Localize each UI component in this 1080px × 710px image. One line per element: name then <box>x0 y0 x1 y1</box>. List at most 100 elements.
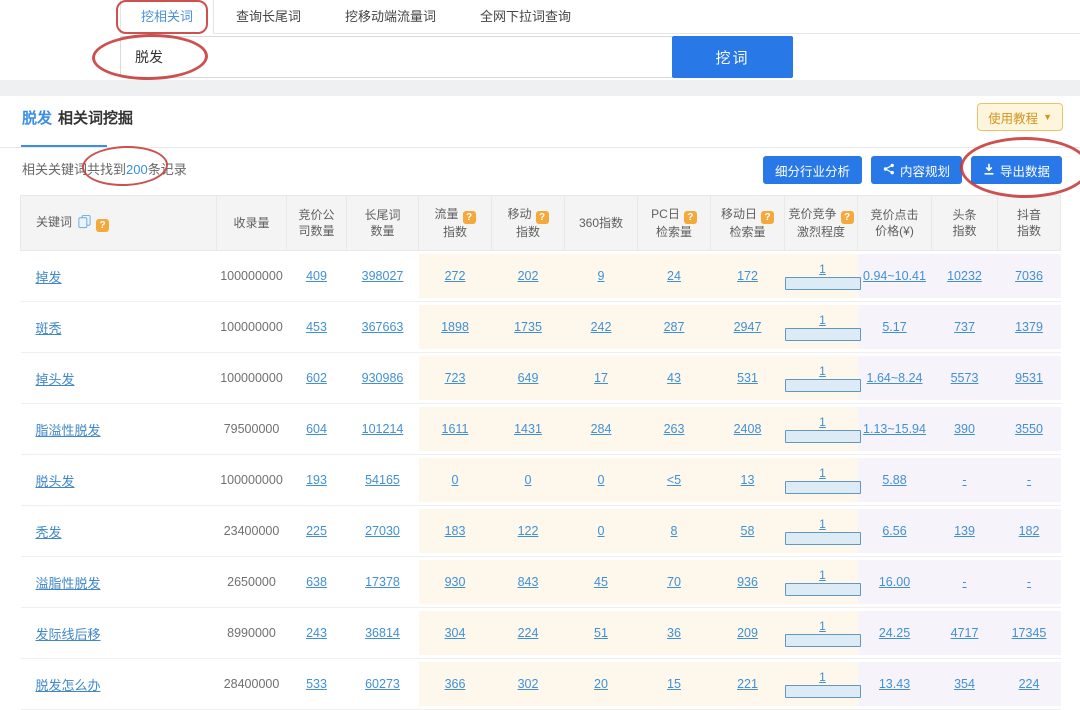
toutiao-index-link[interactable]: 4717 <box>951 626 979 640</box>
bid-click-price-link[interactable]: 24.25 <box>879 626 910 640</box>
export-data-button[interactable]: 导出数据 <box>971 156 1062 184</box>
mobile-daily-search-link[interactable]: 172 <box>737 269 758 283</box>
toutiao-index-link[interactable]: 5573 <box>951 371 979 385</box>
bid-companies-link[interactable]: 602 <box>306 371 327 385</box>
bid-companies-link[interactable]: 533 <box>306 677 327 691</box>
mobile-index-link[interactable]: 649 <box>518 371 539 385</box>
competition-value-link[interactable]: 1 <box>785 466 861 480</box>
competition-value-link[interactable]: 1 <box>785 619 861 633</box>
tutorial-button[interactable]: 使用教程 ▼ <box>977 103 1063 131</box>
mobile-daily-search-link[interactable]: 531 <box>737 371 758 385</box>
toutiao-index-link[interactable]: 10232 <box>947 269 982 283</box>
tab-related-words[interactable]: 挖相关词 <box>120 0 214 34</box>
tab-longtail-words[interactable]: 查询长尾词 <box>214 0 323 33</box>
bid-companies-link[interactable]: 638 <box>306 575 327 589</box>
360-index-link[interactable]: 242 <box>591 320 612 334</box>
toutiao-index-link[interactable]: 139 <box>954 524 975 538</box>
help-icon[interactable]: ? <box>684 211 697 224</box>
traffic-index-link[interactable]: 366 <box>445 677 466 691</box>
mobile-daily-search-link[interactable]: 936 <box>737 575 758 589</box>
competition-value-link[interactable]: 1 <box>785 415 861 429</box>
longtail-count-link[interactable]: 54165 <box>365 473 400 487</box>
bid-click-price-link[interactable]: 13.43 <box>879 677 910 691</box>
longtail-count-link[interactable]: 398027 <box>362 269 404 283</box>
traffic-index-link[interactable]: 1898 <box>441 320 469 334</box>
360-index-link[interactable]: 17 <box>594 371 608 385</box>
pc-daily-search-link[interactable]: 15 <box>667 677 681 691</box>
360-index-link[interactable]: 20 <box>594 677 608 691</box>
longtail-count-link[interactable]: 930986 <box>362 371 404 385</box>
toutiao-index-link[interactable]: 737 <box>954 320 975 334</box>
competition-value-link[interactable]: 1 <box>785 670 861 684</box>
mobile-daily-search-link[interactable]: 13 <box>741 473 755 487</box>
360-index-link[interactable]: 51 <box>594 626 608 640</box>
douyin-index-link[interactable]: 1379 <box>1015 320 1043 334</box>
bid-click-price-link[interactable]: 16.00 <box>879 575 910 589</box>
pc-daily-search-link[interactable]: 36 <box>667 626 681 640</box>
longtail-count-link[interactable]: 36814 <box>365 626 400 640</box>
traffic-index-link[interactable]: 304 <box>445 626 466 640</box>
douyin-index-link[interactable]: 3550 <box>1015 422 1043 436</box>
toutiao-index-link[interactable]: - <box>962 473 966 487</box>
help-icon[interactable]: ? <box>463 211 476 224</box>
360-index-link[interactable]: 0 <box>598 524 605 538</box>
competition-value-link[interactable]: 1 <box>785 517 861 531</box>
pc-daily-search-link[interactable]: 24 <box>667 269 681 283</box>
help-icon[interactable]: ? <box>536 211 549 224</box>
mobile-daily-search-link[interactable]: 2408 <box>734 422 762 436</box>
help-icon[interactable]: ? <box>96 219 109 232</box>
longtail-count-link[interactable]: 367663 <box>362 320 404 334</box>
mobile-index-link[interactable]: 224 <box>518 626 539 640</box>
bid-click-price-link[interactable]: 1.64~8.24 <box>867 371 923 385</box>
mobile-daily-search-link[interactable]: 221 <box>737 677 758 691</box>
keyword-link[interactable]: 脂溢性脱发 <box>36 423 101 438</box>
bid-companies-link[interactable]: 409 <box>306 269 327 283</box>
competition-value-link[interactable]: 1 <box>785 364 861 378</box>
douyin-index-link[interactable]: 224 <box>1019 677 1040 691</box>
360-index-link[interactable]: 45 <box>594 575 608 589</box>
bid-click-price-link[interactable]: 0.94~10.41 <box>863 269 926 283</box>
tab-dropdown-words[interactable]: 全网下拉词查询 <box>458 0 593 33</box>
bid-click-price-link[interactable]: 5.88 <box>882 473 906 487</box>
mobile-index-link[interactable]: 843 <box>518 575 539 589</box>
douyin-index-link[interactable]: 17345 <box>1012 626 1047 640</box>
competition-value-link[interactable]: 1 <box>785 313 861 327</box>
douyin-index-link[interactable]: - <box>1027 575 1031 589</box>
mobile-index-link[interactable]: 302 <box>518 677 539 691</box>
longtail-count-link[interactable]: 17378 <box>365 575 400 589</box>
traffic-index-link[interactable]: 272 <box>445 269 466 283</box>
traffic-index-link[interactable]: 0 <box>452 473 459 487</box>
keyword-link[interactable]: 发际线后移 <box>36 627 101 642</box>
keyword-link[interactable]: 溢脂性脱发 <box>36 576 101 591</box>
bid-companies-link[interactable]: 225 <box>306 524 327 538</box>
longtail-count-link[interactable]: 101214 <box>362 422 404 436</box>
dig-words-button[interactable]: 挖词 <box>672 36 793 78</box>
toutiao-index-link[interactable]: 354 <box>954 677 975 691</box>
keyword-link[interactable]: 掉头发 <box>36 372 75 387</box>
keyword-link[interactable]: 脱头发 <box>36 474 75 489</box>
360-index-link[interactable]: 284 <box>591 422 612 436</box>
longtail-count-link[interactable]: 27030 <box>365 524 400 538</box>
pc-daily-search-link[interactable]: 287 <box>664 320 685 334</box>
keyword-search-input[interactable] <box>120 36 673 78</box>
industry-analysis-button[interactable]: 细分行业分析 <box>763 156 862 184</box>
traffic-index-link[interactable]: 723 <box>445 371 466 385</box>
keyword-link[interactable]: 斑秃 <box>36 321 62 336</box>
bid-companies-link[interactable]: 193 <box>306 473 327 487</box>
360-index-link[interactable]: 9 <box>598 269 605 283</box>
pc-daily-search-link[interactable]: <5 <box>667 473 681 487</box>
mobile-daily-search-link[interactable]: 209 <box>737 626 758 640</box>
douyin-index-link[interactable]: 9531 <box>1015 371 1043 385</box>
bid-click-price-link[interactable]: 5.17 <box>882 320 906 334</box>
bid-companies-link[interactable]: 243 <box>306 626 327 640</box>
bid-companies-link[interactable]: 453 <box>306 320 327 334</box>
pc-daily-search-link[interactable]: 70 <box>667 575 681 589</box>
tab-mobile-traffic-words[interactable]: 挖移动端流量词 <box>323 0 458 33</box>
longtail-count-link[interactable]: 60273 <box>365 677 400 691</box>
bid-click-price-link[interactable]: 6.56 <box>882 524 906 538</box>
mobile-index-link[interactable]: 0 <box>525 473 532 487</box>
pc-daily-search-link[interactable]: 8 <box>671 524 678 538</box>
mobile-index-link[interactable]: 1431 <box>514 422 542 436</box>
traffic-index-link[interactable]: 1611 <box>442 422 469 436</box>
mobile-index-link[interactable]: 202 <box>518 269 539 283</box>
